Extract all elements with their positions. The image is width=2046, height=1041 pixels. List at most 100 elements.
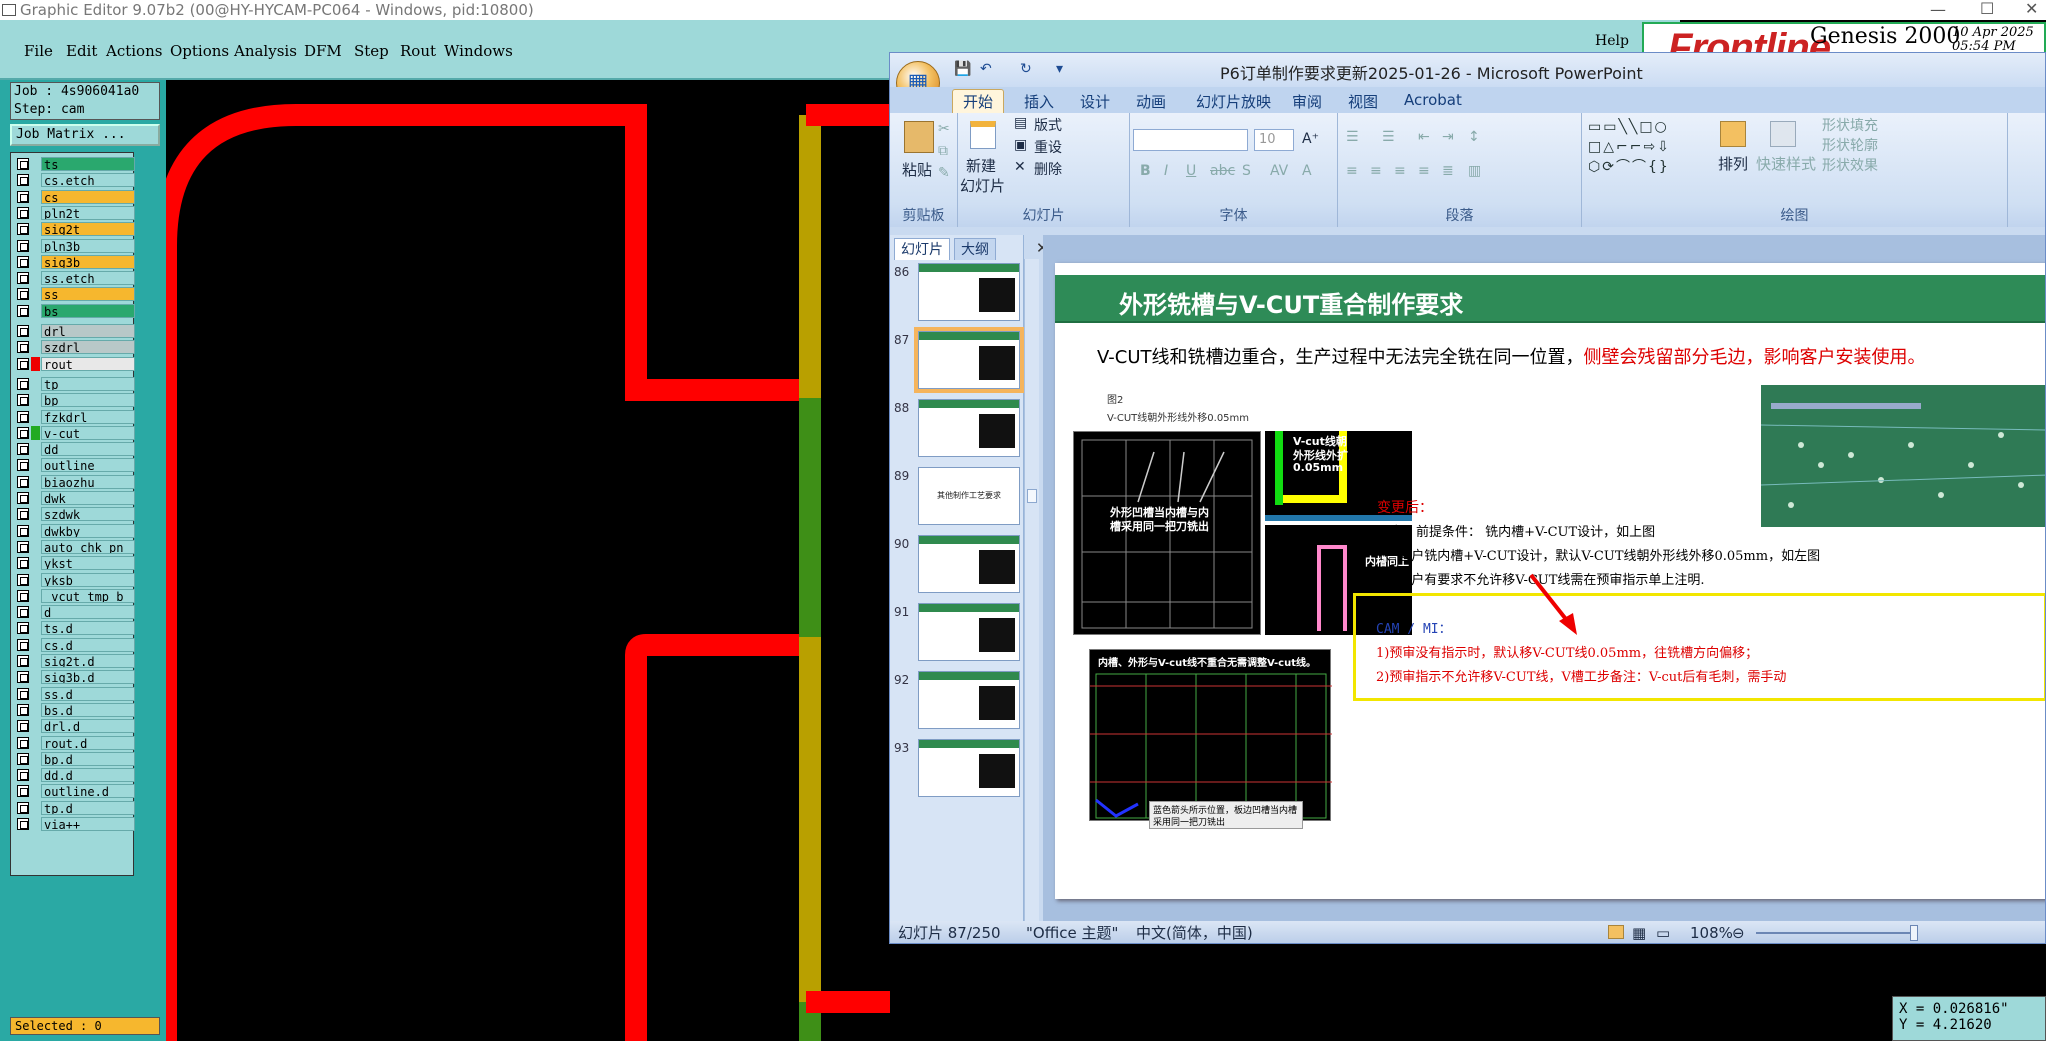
layer-row[interactable]: ss.etch [15, 271, 135, 286]
current-slide[interactable]: 外形铣槽与V-CUT重合制作要求 V-CUT线和铣槽边重合，生产过程中无法完全铣… [1055, 263, 2045, 899]
tab-slideshow[interactable]: 幻灯片放映 [1196, 91, 1271, 112]
italic-icon[interactable]: I [1164, 163, 1168, 179]
layer-name[interactable]: yksb [41, 572, 135, 587]
slide-thumbnail[interactable] [918, 603, 1020, 661]
line-spacing-icon[interactable]: ↕ [1468, 129, 1480, 145]
font-name-input[interactable] [1133, 129, 1248, 151]
menu-edit[interactable]: Edit [66, 42, 97, 60]
slideshow-view-icon[interactable]: ▭ [1656, 921, 1670, 943]
slide-thumbnail[interactable] [918, 535, 1020, 593]
layer-checkbox[interactable] [17, 589, 29, 602]
layer-name[interactable]: bs [41, 303, 135, 318]
align-right-icon[interactable]: ≡ [1394, 163, 1406, 179]
strikethrough-icon[interactable]: abc [1210, 163, 1235, 179]
slide-thumbnail[interactable] [918, 263, 1020, 321]
layer-row[interactable]: dwkby [15, 523, 135, 538]
layer-checkbox[interactable] [17, 288, 29, 301]
layer-checkbox[interactable] [17, 394, 29, 407]
new-slide-button[interactable]: 新建 [966, 155, 996, 176]
layer-row[interactable]: outline.d [15, 784, 135, 799]
layer-row[interactable]: ts.d [15, 621, 135, 636]
layer-checkbox[interactable] [17, 206, 29, 219]
slide-thumbnail[interactable] [918, 739, 1020, 797]
layer-name[interactable]: rout.d [41, 735, 135, 750]
layer-row[interactable]: bs.d [15, 702, 135, 717]
layer-row[interactable]: pln3b [15, 238, 135, 253]
layer-name[interactable]: outline [41, 458, 135, 473]
slide-sorter-icon[interactable]: ▦ [1632, 921, 1646, 943]
zoom-slider-handle[interactable] [1910, 925, 1918, 941]
new-slide-button-2[interactable]: 幻灯片 [960, 175, 1005, 196]
menu-help[interactable]: Help [1595, 33, 1635, 49]
bold-icon[interactable]: B [1140, 163, 1151, 179]
layer-row[interactable]: yksb [15, 572, 135, 587]
layer-row[interactable]: sig3b [15, 254, 135, 269]
layer-row[interactable]: via++ [15, 817, 135, 831]
layer-name[interactable]: dwkby [41, 523, 135, 538]
layer-row[interactable]: pln2t [15, 205, 135, 220]
layer-checkbox[interactable] [17, 158, 29, 170]
layer-name[interactable]: tp.d [41, 800, 135, 815]
layer-checkbox[interactable] [17, 377, 29, 390]
zoom-out-icon[interactable]: ⊖ [1732, 921, 1745, 943]
layer-checkbox[interactable] [17, 410, 29, 423]
layer-row[interactable]: drl [15, 324, 135, 338]
layer-checkbox[interactable] [17, 255, 29, 268]
arrange-button[interactable]: 排列 [1718, 153, 1748, 174]
menu-rout[interactable]: Rout [400, 42, 436, 60]
layer-checkbox[interactable] [17, 239, 29, 252]
layer-checkbox[interactable] [17, 687, 29, 700]
layer-row[interactable]: dd [15, 442, 135, 457]
layer-name[interactable]: v-cut [41, 425, 135, 440]
graphic-canvas[interactable] [166, 80, 890, 1041]
menu-windows[interactable]: Windows [444, 42, 513, 60]
thumbnail-scrollbar[interactable] [1024, 259, 1039, 939]
layer-name[interactable]: sig3b.d [41, 670, 135, 685]
close-button[interactable]: ✕ [2025, 0, 2038, 18]
layer-row[interactable]: bp [15, 393, 135, 408]
layer-row[interactable]: rout.d [15, 735, 135, 750]
layer-row[interactable]: dd.d [15, 768, 135, 783]
layer-checkbox[interactable] [17, 785, 29, 798]
layer-checkbox[interactable] [17, 223, 29, 236]
menu-file[interactable]: File [24, 42, 53, 60]
layer-row[interactable]: _vcut_tmp_b [15, 588, 135, 603]
layer-name[interactable]: ykst [41, 556, 135, 571]
layer-row[interactable]: drl.d [15, 719, 135, 734]
save-icon[interactable]: 💾 [954, 61, 971, 77]
layer-row[interactable]: tp [15, 376, 135, 391]
layer-checkbox[interactable] [17, 304, 29, 317]
layer-name[interactable]: tp [41, 376, 135, 391]
slide-thumbnail[interactable]: 其他制作工艺要求 [918, 467, 1020, 525]
font-color-icon[interactable]: A [1302, 163, 1312, 179]
layer-name[interactable]: ss.d [41, 686, 135, 701]
layer-name[interactable]: ts.d [41, 621, 135, 636]
slide-thumbnail[interactable] [918, 671, 1020, 729]
tab-animation[interactable]: 动画 [1136, 91, 1166, 112]
menu-actions[interactable]: Actions [106, 42, 162, 60]
layer-name[interactable]: sig2t.d [41, 654, 135, 668]
layer-checkbox[interactable] [17, 443, 29, 456]
cut-icon[interactable]: ✂ [938, 121, 950, 137]
tab-view[interactable]: 视图 [1348, 91, 1378, 112]
layer-name[interactable]: rout [41, 356, 135, 371]
font-size-input[interactable]: 10 [1254, 129, 1294, 151]
layer-checkbox[interactable] [17, 622, 29, 635]
layer-row[interactable]: tp.d [15, 800, 135, 815]
layer-checkbox[interactable] [17, 720, 29, 733]
tab-design[interactable]: 设计 [1080, 91, 1110, 112]
layer-name[interactable]: szdrl [41, 340, 135, 355]
layout-button[interactable]: 版式 [1034, 115, 1062, 135]
tab-review[interactable]: 审阅 [1292, 91, 1322, 112]
shadow-icon[interactable]: S [1242, 163, 1251, 179]
layer-checkbox[interactable] [17, 426, 29, 439]
layer-row[interactable]: cs.etch [15, 173, 135, 188]
job-matrix-button[interactable]: Job Matrix ... [10, 124, 160, 146]
layer-row[interactable]: biaozhu [15, 474, 135, 489]
menu-analysis[interactable]: Analysis [234, 42, 297, 60]
layer-checkbox[interactable] [17, 655, 29, 667]
layer-checkbox[interactable] [17, 606, 29, 619]
layer-name[interactable]: outline.d [41, 784, 135, 799]
decrease-indent-icon[interactable]: ⇤ [1418, 129, 1430, 145]
layer-name[interactable]: via++ [41, 817, 135, 831]
